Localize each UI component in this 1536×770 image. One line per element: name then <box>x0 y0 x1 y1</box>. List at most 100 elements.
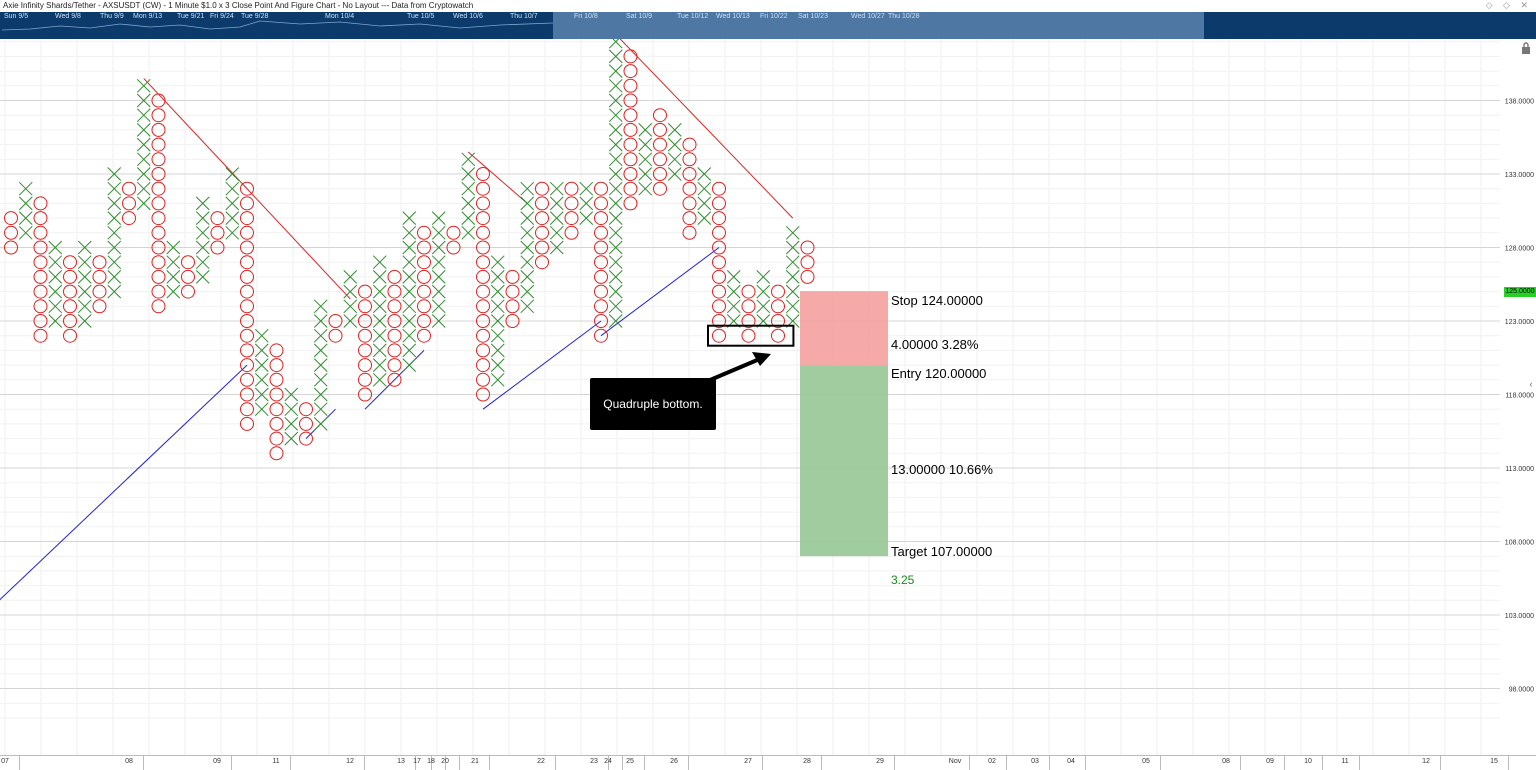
date-tick-label: Nov <box>948 758 962 765</box>
price-tick-label: 138.0000 <box>1505 99 1534 106</box>
date-tick-label: 26 <box>670 758 678 765</box>
date-tick-label: 23 <box>590 758 598 765</box>
date-separator <box>644 756 645 770</box>
price-tick-label: 108.0000 <box>1505 540 1534 547</box>
overview-date-label: Fri 9/24 <box>210 13 234 20</box>
date-tick-label: 20 <box>441 758 449 765</box>
date-separator <box>1006 756 1007 770</box>
date-separator <box>290 756 291 770</box>
overview-date-label: Tue 10/12 <box>677 13 709 20</box>
date-separator <box>489 756 490 770</box>
date-tick-label: 22 <box>537 758 545 765</box>
date-tick-label: 08 <box>1222 758 1230 765</box>
date-separator <box>1508 756 1509 770</box>
date-tick-label: 09 <box>213 758 221 765</box>
date-tick-label: 13 <box>397 758 405 765</box>
date-axis[interactable]: 07 08 09 11 12 13 17 18 20 21 22 23 24 25 26 27 28 29 Nov 0… <box>0 755 1536 770</box>
date-separator <box>1322 756 1323 770</box>
date-separator <box>1359 756 1360 770</box>
date-tick-label: 10 <box>1304 758 1312 765</box>
date-tick-label: 11 <box>1341 758 1349 765</box>
date-tick-label: 12 <box>1422 758 1430 765</box>
overview-date-label: Mon 10/4 <box>325 13 355 20</box>
overview-date-label: Wed 10/6 <box>453 13 483 20</box>
date-separator <box>231 756 232 770</box>
date-tick-label: 04 <box>1067 758 1075 765</box>
date-tick-label: 05 <box>1142 758 1150 765</box>
date-separator <box>894 756 895 770</box>
date-tick-label: 12 <box>346 758 354 765</box>
chart-title: Axie Infinity Shards/Tether - AXSUSDT (C… <box>3 1 474 10</box>
date-tick-label: 03 <box>1031 758 1039 765</box>
overview-date-label: Tue 9/28 <box>241 13 269 20</box>
target-zone <box>800 365 888 557</box>
overview-navigator[interactable]: Sun 9/5 Wed 9/8 Thu 9/9 Mon 9/13 Tue 9/21 Fri… <box>0 12 1536 39</box>
date-separator <box>555 756 556 770</box>
overview-date-label: Thu 9/9 <box>100 13 124 20</box>
collapse-arrow-icon[interactable]: ‹ <box>1526 378 1536 390</box>
date-tick-label: 07 <box>1 758 9 765</box>
date-separator <box>1160 756 1161 770</box>
overview-date-label: Thu 10/7 <box>510 13 538 20</box>
stop-zone <box>800 291 888 366</box>
date-separator <box>622 756 623 770</box>
stop-label: Stop 124.00000 <box>891 293 983 308</box>
overview-date-label: Wed 9/8 <box>55 13 81 20</box>
date-separator <box>19 756 20 770</box>
date-tick-label: 02 <box>988 758 996 765</box>
lock-icon[interactable] <box>1521 42 1531 54</box>
price-tick-label: 133.0000 <box>1505 172 1534 179</box>
pattern-callout: Quadruple bottom. <box>590 378 716 430</box>
date-separator <box>821 756 822 770</box>
date-tick-label: 09 <box>1266 758 1274 765</box>
date-tick-label: 17 <box>413 758 421 765</box>
date-separator <box>1085 756 1086 770</box>
date-separator <box>762 756 763 770</box>
reward-label: 13.00000 10.66% <box>891 462 993 477</box>
overview-date-label: Thu 10/28 <box>888 13 920 20</box>
date-separator <box>1284 756 1285 770</box>
price-tick-label: 98.0000 <box>1509 687 1534 694</box>
price-tick-label: 123.0000 <box>1505 319 1534 326</box>
date-separator <box>969 756 970 770</box>
date-separator <box>1240 756 1241 770</box>
overview-right <box>1204 12 1536 39</box>
overview-date-label: Sat 10/9 <box>626 13 653 20</box>
date-tick-label: 28 <box>803 758 811 765</box>
risk-reward-ratio: 3.25 <box>891 573 915 587</box>
date-separator <box>364 756 365 770</box>
last-price-tag: 125.0000 <box>1504 287 1536 297</box>
window-controls[interactable]: ◇ ◇ ✕ <box>1486 0 1532 11</box>
overview-date-label: Mon 9/13 <box>133 13 163 20</box>
overview-date-label: Wed 10/27 <box>851 13 885 20</box>
date-separator <box>143 756 144 770</box>
date-tick-label: 11 <box>272 758 280 765</box>
overview-date-label: Tue 9/21 <box>177 13 205 20</box>
date-tick-label: 27 <box>744 758 752 765</box>
price-tick-label: 128.0000 <box>1505 246 1534 253</box>
pnf-chart[interactable]: 138.0000 133.0000 128.0000 123.0000 118.0000… <box>0 39 1536 755</box>
target-label: Target 107.00000 <box>891 544 993 559</box>
overview-date-label: Wed 10/13 <box>716 13 750 20</box>
price-tick-label: 118.0000 <box>1505 393 1534 400</box>
date-tick-label: 08 <box>125 758 133 765</box>
date-separator <box>688 756 689 770</box>
date-tick-label: 21 <box>471 758 479 765</box>
overview-date-label: Fri 10/8 <box>574 13 598 20</box>
date-tick-label: 24 <box>604 758 612 765</box>
date-separator <box>1049 756 1050 770</box>
overview-date-label: Sat 10/23 <box>798 13 828 20</box>
risk-label: 4.00000 3.28% <box>891 337 979 352</box>
date-separator <box>1440 756 1441 770</box>
entry-label: Entry 120.00000 <box>891 366 987 381</box>
x-mark <box>608 39 623 49</box>
title-bar: Axie Infinity Shards/Tether - AXSUSDT (C… <box>0 0 1536 12</box>
overview-date-label: Tue 10/5 <box>407 13 435 20</box>
price-tick-label: 103.0000 <box>1505 613 1534 620</box>
date-tick-label: 18 <box>427 758 435 765</box>
price-tick-label: 113.0000 <box>1505 466 1534 473</box>
overview-date-label: Sun 9/5 <box>4 13 29 20</box>
overview-date-label: Fri 10/22 <box>760 13 788 20</box>
date-separator <box>459 756 460 770</box>
date-tick-label: 25 <box>626 758 634 765</box>
